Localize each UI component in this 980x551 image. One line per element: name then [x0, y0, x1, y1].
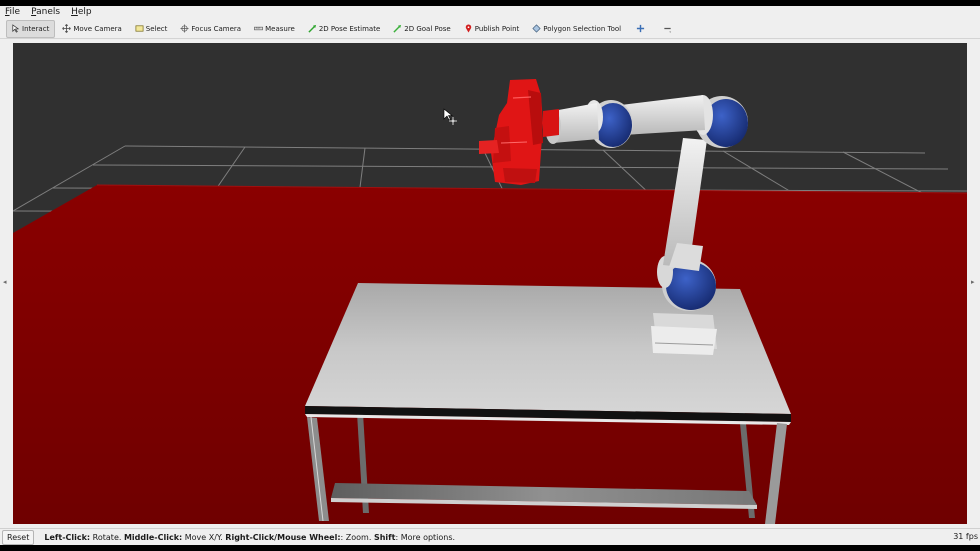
tool-polygon-selection-label: Polygon Selection Tool: [543, 24, 622, 33]
select-box-icon: [135, 24, 144, 33]
tool-bar: Interact Move Camera Select Focus Camera…: [0, 19, 980, 39]
tool-polygon-selection[interactable]: Polygon Selection Tool: [527, 20, 627, 38]
menu-help[interactable]: Help: [66, 6, 98, 19]
right-dock-collapsed[interactable]: ▸: [967, 39, 980, 524]
hint-shift-text: : More options.: [395, 533, 456, 542]
map-pin-icon: [464, 24, 473, 33]
expand-left-icon[interactable]: ◂: [3, 278, 7, 286]
interaction-hint: Left-Click: Rotate. Middle-Click: Move X…: [44, 533, 455, 542]
minus-icon: [663, 24, 672, 33]
fps-counter: 31 fps: [953, 532, 978, 541]
hint-middle-text: Move X/Y.: [182, 533, 226, 542]
tool-select-label: Select: [145, 24, 168, 33]
rviz-window: File Panels Help Interact Move Camera Se…: [0, 0, 980, 551]
interact-cursor-icon: [11, 24, 20, 33]
tool-publish-point[interactable]: Publish Point: [459, 20, 526, 38]
plus-icon: [636, 24, 645, 33]
hint-right-key: Right-Click/Mouse Wheel:: [225, 533, 341, 542]
focus-crosshair-icon: [180, 24, 189, 33]
tool-measure-label: Measure: [265, 24, 295, 33]
tool-move-camera[interactable]: Move Camera: [57, 20, 127, 38]
bottom-border: [0, 545, 980, 551]
hint-middle-key: Middle-Click:: [123, 533, 183, 542]
3d-render-view[interactable]: [13, 43, 967, 524]
status-bar: Reset Left-Click: Rotate. Middle-Click: …: [0, 528, 980, 546]
tool-interact-label: Interact: [22, 24, 50, 33]
ruler-icon: [254, 24, 263, 33]
scene-render[interactable]: [13, 43, 967, 524]
tool-2d-goal-pose[interactable]: 2D Goal Pose: [388, 20, 456, 38]
tool-2d-pose-estimate[interactable]: 2D Pose Estimate: [303, 20, 386, 38]
menu-file[interactable]: File: [0, 6, 26, 19]
menu-panels[interactable]: Panels: [26, 6, 66, 19]
menu-bar: File Panels Help: [0, 6, 980, 19]
tool-focus-camera[interactable]: Focus Camera: [175, 20, 247, 38]
add-tool-button[interactable]: [629, 20, 654, 38]
tool-2d-goal-pose-label: 2D Goal Pose: [404, 24, 451, 33]
tool-focus-camera-label: Focus Camera: [191, 24, 242, 33]
reset-button[interactable]: Reset: [2, 530, 35, 545]
left-dock-collapsed[interactable]: ◂: [0, 39, 13, 524]
hint-shift-key: Shift: [373, 533, 396, 542]
hint-left-text: Rotate.: [90, 533, 124, 542]
expand-right-icon[interactable]: ▸: [971, 278, 975, 286]
tool-measure[interactable]: Measure: [249, 20, 301, 38]
polygon-icon: [532, 24, 541, 33]
tool-2d-pose-estimate-label: 2D Pose Estimate: [318, 24, 381, 33]
pose-estimate-arrow-icon: [308, 24, 317, 33]
hint-right-text: : Zoom.: [340, 533, 374, 542]
tool-select[interactable]: Select: [130, 20, 174, 38]
tool-publish-point-label: Publish Point: [474, 24, 520, 33]
goal-pose-arrow-icon: [393, 24, 402, 33]
tool-move-camera-label: Move Camera: [73, 24, 122, 33]
move-arrows-icon: [62, 24, 72, 33]
tool-interact[interactable]: Interact: [6, 19, 56, 38]
hint-left-key: Left-Click:: [44, 533, 91, 542]
remove-tool-button[interactable]: [656, 20, 681, 38]
